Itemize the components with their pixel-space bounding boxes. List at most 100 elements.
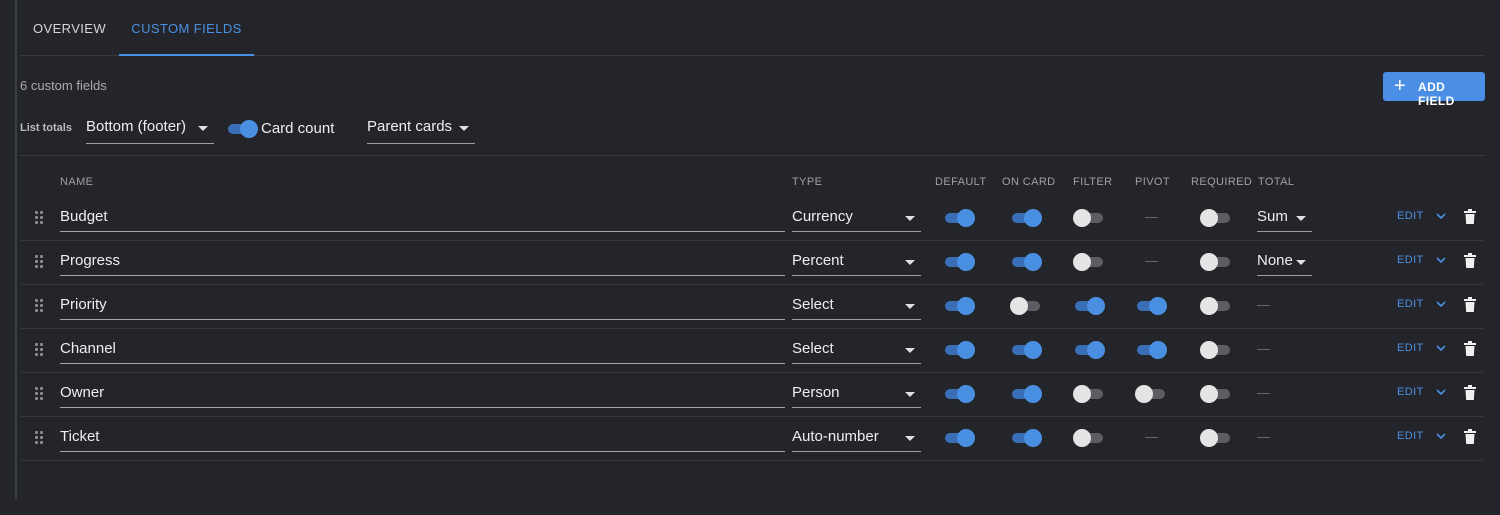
list-totals-scope-select[interactable]: Parent cards xyxy=(367,113,475,144)
drag-handle-icon[interactable] xyxy=(35,431,44,445)
drag-handle-icon[interactable] xyxy=(35,387,44,401)
caret-down-icon xyxy=(459,126,469,131)
drag-handle-icon[interactable] xyxy=(35,255,44,269)
trash-icon[interactable] xyxy=(1464,253,1476,268)
edit-button[interactable]: EDIT xyxy=(1397,342,1424,354)
drag-handle-icon[interactable] xyxy=(35,343,44,357)
default-toggle[interactable] xyxy=(943,208,975,228)
list-totals-position-select[interactable]: Bottom (footer) xyxy=(86,113,214,144)
chevron-down-icon[interactable] xyxy=(1435,430,1447,442)
on-card-toggle[interactable] xyxy=(1010,208,1042,228)
drag-handle-icon[interactable] xyxy=(35,299,44,313)
tab-overview[interactable]: OVERVIEW xyxy=(20,0,119,55)
trash-icon[interactable] xyxy=(1464,297,1476,312)
left-border xyxy=(15,0,17,500)
add-field-button[interactable]: + ADD FIELD xyxy=(1383,72,1485,108)
column-header-total: TOTAL xyxy=(1258,176,1295,188)
toggle-knob xyxy=(1200,253,1218,271)
field-type-select[interactable]: Person xyxy=(792,377,921,408)
field-name-value: Budget xyxy=(60,208,108,225)
field-type-select[interactable]: Percent xyxy=(792,245,921,276)
on-card-toggle[interactable] xyxy=(1010,296,1042,316)
total-select[interactable]: Sum xyxy=(1257,201,1312,232)
edit-button[interactable]: EDIT xyxy=(1397,254,1424,266)
total-value: None xyxy=(1257,252,1293,269)
default-toggle[interactable] xyxy=(943,296,975,316)
toggle-knob xyxy=(957,253,975,271)
total-empty: — xyxy=(1257,429,1270,444)
trash-icon[interactable] xyxy=(1464,385,1476,400)
required-toggle[interactable] xyxy=(1200,252,1232,272)
edit-button[interactable]: EDIT xyxy=(1397,386,1424,398)
default-toggle[interactable] xyxy=(943,384,975,404)
field-type-select[interactable]: Select xyxy=(792,289,921,320)
toggle-knob xyxy=(1024,253,1042,271)
table-row: Owner Person — EDIT xyxy=(20,372,1484,417)
table-row: Budget Currency — Sum EDIT xyxy=(20,196,1484,241)
required-toggle[interactable] xyxy=(1200,208,1232,228)
filter-toggle[interactable] xyxy=(1073,340,1105,360)
edit-button[interactable]: EDIT xyxy=(1397,298,1424,310)
required-toggle[interactable] xyxy=(1200,340,1232,360)
toggle-knob xyxy=(957,297,975,315)
field-type-select[interactable]: Currency xyxy=(792,201,921,232)
filter-toggle[interactable] xyxy=(1073,208,1105,228)
default-toggle[interactable] xyxy=(943,340,975,360)
filter-toggle[interactable] xyxy=(1073,252,1105,272)
column-header-filter: FILTER xyxy=(1073,176,1113,188)
table-row: Progress Percent — None EDIT xyxy=(20,240,1484,285)
field-name-value: Ticket xyxy=(60,428,100,445)
pivot-toggle[interactable] xyxy=(1135,296,1167,316)
chevron-down-icon[interactable] xyxy=(1435,210,1447,222)
card-count-toggle[interactable] xyxy=(226,119,258,139)
on-card-toggle[interactable] xyxy=(1010,428,1042,448)
tab-custom-fields[interactable]: CUSTOM FIELDS xyxy=(119,0,254,56)
total-value: Sum xyxy=(1257,208,1288,225)
toggle-knob xyxy=(1200,209,1218,227)
toggle-knob xyxy=(1010,297,1028,315)
total-empty: — xyxy=(1257,385,1270,400)
required-toggle[interactable] xyxy=(1200,384,1232,404)
table-row: Channel Select — EDIT xyxy=(20,328,1484,373)
chevron-down-icon[interactable] xyxy=(1435,298,1447,310)
filter-toggle[interactable] xyxy=(1073,428,1105,448)
trash-icon[interactable] xyxy=(1464,209,1476,224)
field-name-input[interactable]: Progress xyxy=(60,245,785,276)
toggle-knob xyxy=(1200,297,1218,315)
pivot-toggle[interactable] xyxy=(1135,340,1167,360)
on-card-toggle[interactable] xyxy=(1010,384,1042,404)
on-card-toggle[interactable] xyxy=(1010,340,1042,360)
on-card-toggle[interactable] xyxy=(1010,252,1042,272)
caret-down-icon xyxy=(1296,260,1306,265)
filter-toggle[interactable] xyxy=(1073,384,1105,404)
chevron-down-icon[interactable] xyxy=(1435,342,1447,354)
field-name-input[interactable]: Budget xyxy=(60,201,785,232)
edit-button[interactable]: EDIT xyxy=(1397,210,1424,222)
required-toggle[interactable] xyxy=(1200,296,1232,316)
total-select[interactable]: None xyxy=(1257,245,1312,276)
required-toggle[interactable] xyxy=(1200,428,1232,448)
column-header-type: TYPE xyxy=(792,176,823,188)
pivot-toggle[interactable] xyxy=(1135,384,1167,404)
drag-handle-icon[interactable] xyxy=(35,211,44,225)
toggle-knob xyxy=(1024,209,1042,227)
toggle-knob xyxy=(1073,385,1091,403)
chevron-down-icon[interactable] xyxy=(1435,386,1447,398)
field-name-input[interactable]: Owner xyxy=(60,377,785,408)
field-type-select[interactable]: Select xyxy=(792,333,921,364)
filter-toggle[interactable] xyxy=(1073,296,1105,316)
default-toggle[interactable] xyxy=(943,428,975,448)
edit-button[interactable]: EDIT xyxy=(1397,430,1424,442)
caret-down-icon xyxy=(198,126,208,131)
trash-icon[interactable] xyxy=(1464,429,1476,444)
toggle-knob xyxy=(1073,209,1091,227)
field-name-input[interactable]: Priority xyxy=(60,289,785,320)
field-name-input[interactable]: Channel xyxy=(60,333,785,364)
chevron-down-icon[interactable] xyxy=(1435,254,1447,266)
trash-icon[interactable] xyxy=(1464,341,1476,356)
field-name-input[interactable]: Ticket xyxy=(60,421,785,452)
field-type-select[interactable]: Auto-number xyxy=(792,421,921,452)
total-empty: — xyxy=(1257,341,1270,356)
default-toggle[interactable] xyxy=(943,252,975,272)
toggle-knob xyxy=(957,209,975,227)
